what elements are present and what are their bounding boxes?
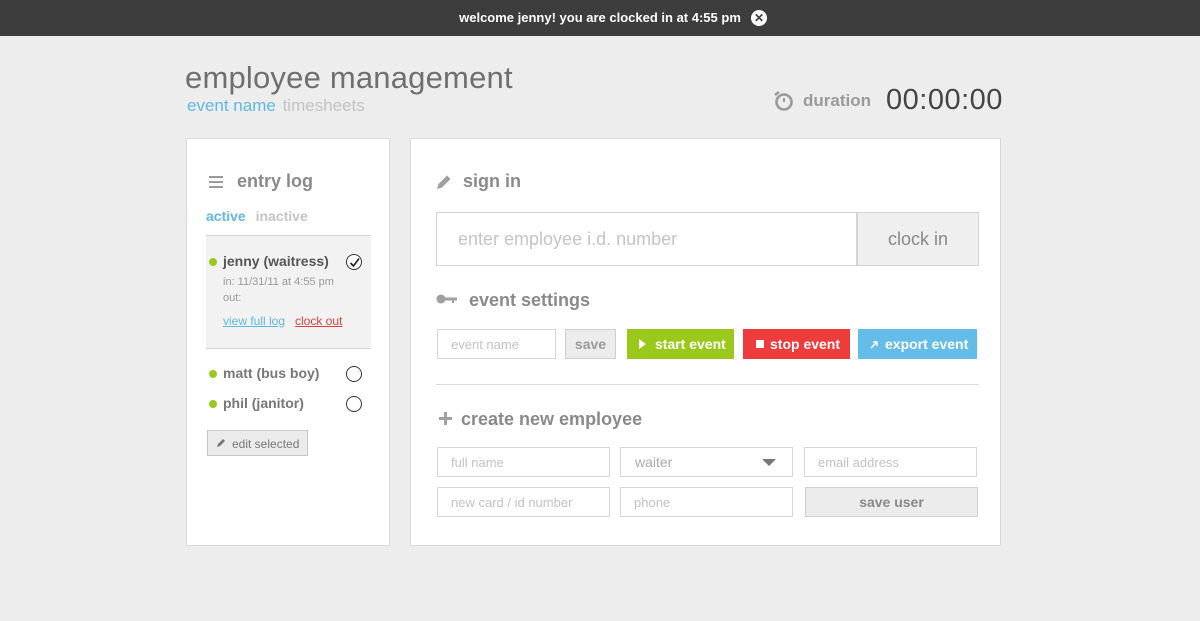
role-select-value: waiter	[635, 454, 673, 470]
phone-input[interactable]	[620, 487, 793, 517]
view-full-log-link[interactable]: view full log	[223, 314, 285, 328]
role-select[interactable]: waiter	[620, 447, 793, 477]
save-event-button[interactable]: save	[565, 329, 616, 359]
status-dot	[209, 370, 217, 378]
sub-navigation: event name timesheets	[187, 96, 365, 116]
chevron-down-icon	[762, 459, 776, 466]
employee-name: jenny (waitress)	[223, 253, 329, 269]
event-name-input[interactable]	[437, 329, 556, 359]
entry-log-title: entry log	[237, 171, 314, 191]
pencil-icon	[437, 175, 451, 189]
notification-message: welcome jenny! you are clocked in at 4:5…	[459, 10, 741, 25]
entry-log-panel: entry log active inactive jenny (waitres…	[186, 138, 390, 546]
employee-id-input[interactable]	[436, 212, 857, 266]
nav-event-name[interactable]: event name	[187, 96, 276, 115]
pencil-icon	[217, 439, 225, 447]
clock-out-time: out:	[223, 292, 242, 304]
email-field[interactable]	[804, 447, 977, 477]
notification-bar: welcome jenny! you are clocked in at 4:5…	[0, 0, 1200, 36]
play-icon	[639, 339, 646, 349]
employee-name: matt (bus boy)	[223, 365, 320, 381]
selected-check-icon[interactable]	[346, 254, 362, 270]
export-event-button[interactable]: export event	[858, 329, 977, 359]
full-name-input[interactable]	[437, 447, 610, 477]
select-radio-icon[interactable]	[346, 396, 362, 412]
start-event-button[interactable]: start event	[627, 329, 734, 359]
timer-icon	[774, 90, 793, 111]
clock-in-button[interactable]: clock in	[857, 212, 979, 266]
edit-selected-label: edit selected	[232, 437, 300, 451]
status-dot	[209, 258, 217, 266]
create-employee-title: create new employee	[461, 409, 643, 429]
duration-label: duration	[803, 91, 871, 110]
plus-icon	[439, 412, 452, 425]
nav-timesheets[interactable]: timesheets	[283, 96, 365, 115]
entry-log-heading: entry log	[209, 171, 313, 192]
main-panel: sign in clock in event settings save sta…	[410, 138, 1001, 546]
key-icon	[436, 294, 457, 304]
sign-in-title: sign in	[463, 171, 521, 191]
stop-event-button[interactable]: stop event	[743, 329, 850, 359]
stop-icon	[756, 340, 764, 348]
entry-log-tabs: active inactive	[206, 208, 308, 224]
section-divider	[436, 384, 979, 385]
start-event-label: start event	[655, 336, 726, 352]
stop-event-label: stop event	[770, 336, 841, 352]
close-icon[interactable]: ✕	[751, 10, 767, 26]
tab-inactive[interactable]: inactive	[256, 208, 308, 224]
clock-in-time: in: 11/31/11 at 4:55 pm	[223, 276, 334, 288]
export-arrow-icon	[870, 341, 878, 349]
tab-active[interactable]: active	[206, 208, 246, 224]
selected-employee-card[interactable]: jenny (waitress) in: 11/31/11 at 4:55 pm…	[206, 235, 371, 349]
status-dot	[209, 400, 217, 408]
select-radio-icon[interactable]	[346, 366, 362, 382]
clock-out-link[interactable]: clock out	[295, 314, 342, 328]
page-title: employee management	[185, 60, 513, 95]
export-event-label: export event	[885, 336, 969, 352]
duration-value: 00:00:00	[886, 84, 1003, 116]
save-user-button[interactable]: save user	[805, 487, 978, 517]
edit-selected-button[interactable]: edit selected	[207, 430, 308, 456]
card-id-input[interactable]	[437, 487, 610, 517]
event-settings-title: event settings	[469, 290, 591, 310]
employee-name: phil (janitor)	[223, 395, 304, 411]
